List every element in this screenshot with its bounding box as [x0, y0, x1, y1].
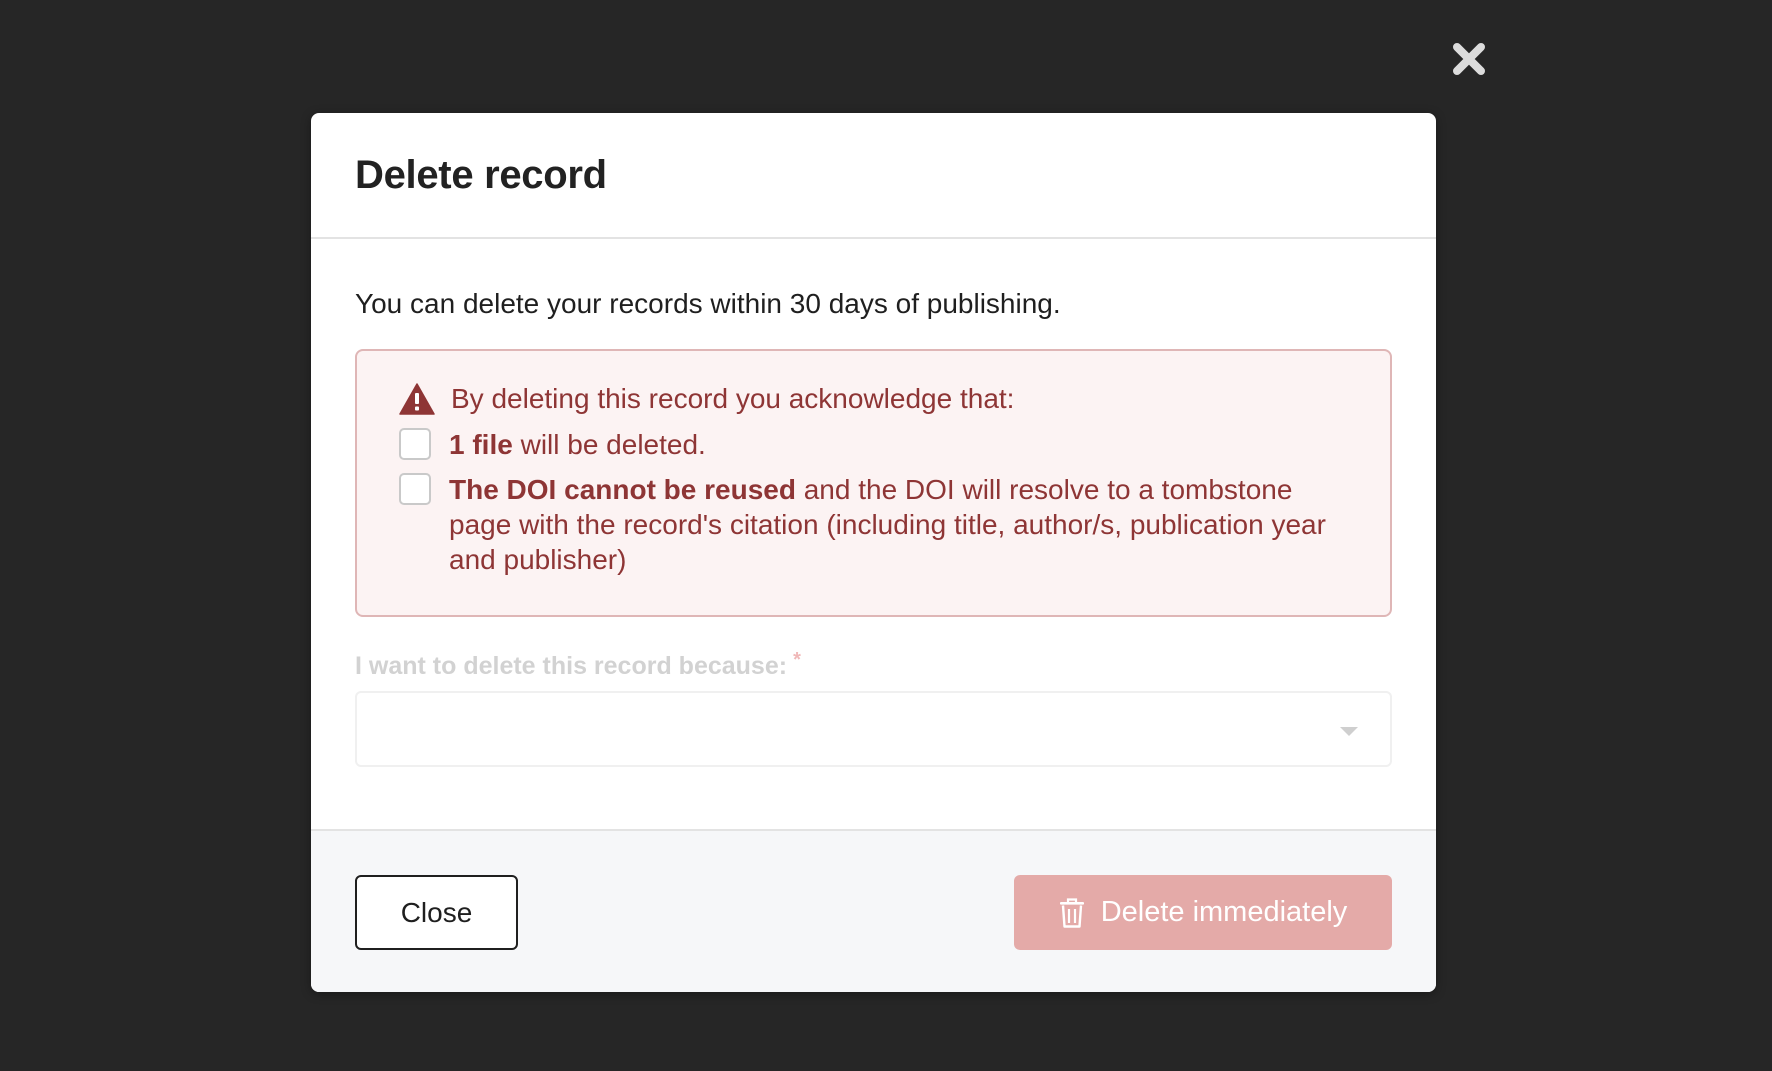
intro-text: You can delete your records within 30 da…: [355, 288, 1061, 319]
caret-down-icon: [1340, 727, 1358, 736]
modal-footer: Close Delete immediately: [311, 829, 1436, 992]
required-marker: *: [793, 649, 801, 671]
warning-triangle-icon: [399, 383, 435, 415]
modal-body: You can delete your records within 30 da…: [311, 239, 1436, 829]
warning-box: By deleting this record you acknowledge …: [355, 349, 1392, 617]
acknowledge-doi-checkbox[interactable]: [399, 473, 431, 505]
modal-title: Delete record: [355, 152, 607, 197]
acknowledge-files-checkbox[interactable]: [399, 428, 431, 460]
close-button[interactable]: Close: [355, 875, 518, 950]
reason-select[interactable]: [355, 691, 1392, 767]
reason-label: I want to delete this record because: *: [355, 649, 1392, 681]
warning-heading-row: By deleting this record you acknowledge …: [399, 381, 1350, 417]
acknowledge-files-bold: 1 file: [449, 429, 513, 460]
reason-label-text: I want to delete this record because:: [355, 652, 788, 680]
delete-record-modal: Delete record You can delete your record…: [311, 113, 1436, 992]
warning-heading: By deleting this record you acknowledge …: [451, 383, 1015, 414]
acknowledge-item-doi: The DOI cannot be reused and the DOI wil…: [399, 472, 1350, 577]
delete-button-label: Delete immediately: [1100, 896, 1348, 928]
trash-icon: [1059, 897, 1085, 928]
acknowledge-doi-bold: The DOI cannot be reused: [449, 474, 796, 505]
acknowledge-files-rest: will be deleted.: [512, 429, 706, 460]
acknowledge-doi-text: The DOI cannot be reused and the DOI wil…: [449, 472, 1350, 577]
delete-immediately-button[interactable]: Delete immediately: [1014, 875, 1392, 950]
acknowledge-files-text: 1 file will be deleted.: [449, 427, 706, 462]
modal-header: Delete record: [311, 113, 1436, 239]
overlay-close-icon[interactable]: [1450, 40, 1488, 78]
acknowledge-item-files: 1 file will be deleted.: [399, 427, 1350, 462]
